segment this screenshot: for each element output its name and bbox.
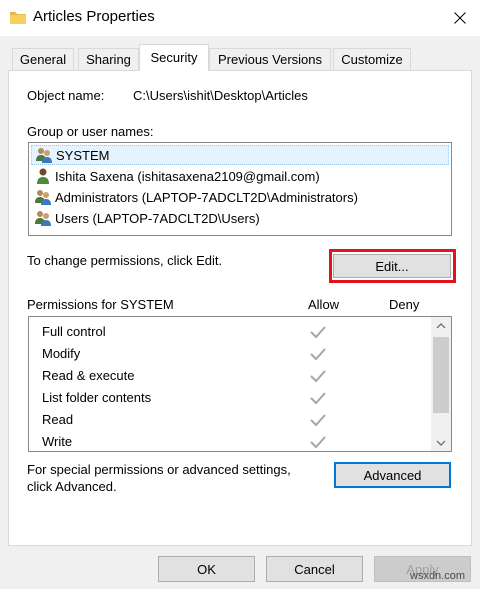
permission-row-modify: Modify (29, 343, 433, 365)
watermark: wsxdn.com (410, 570, 466, 582)
group-user-names-label: Group or user names: (27, 124, 154, 139)
permission-name: List folder contents (42, 390, 152, 405)
permission-row-list-folder-contents: List folder contents (29, 387, 433, 409)
permissions-scrollbar[interactable] (431, 317, 451, 451)
list-item-ishita-saxena[interactable]: Ishita Saxena (ishitasaxena2109@gmail.co… (31, 166, 449, 186)
user-label: Administrators (LAPTOP-7ADCLT2D\Administ… (55, 189, 358, 205)
allow-checkmark-icon (310, 414, 326, 427)
chevron-up-icon (436, 322, 446, 328)
scroll-down-button[interactable] (431, 434, 451, 451)
special-permissions-text-line1: For special permissions or advanced sett… (27, 462, 291, 477)
deny-column-header: Deny (389, 297, 420, 312)
cancel-button[interactable]: Cancel (266, 556, 363, 582)
object-name-value: C:\Users\ishit\Desktop\Articles (133, 88, 308, 103)
allow-column-header: Allow (308, 297, 340, 312)
ok-button[interactable]: OK (158, 556, 255, 582)
permission-name: Modify (42, 346, 81, 361)
user-label: SYSTEM (56, 147, 110, 163)
group-users-icon (35, 211, 51, 226)
allow-checkmark-icon (310, 392, 326, 405)
tab-sharing[interactable]: Sharing (78, 48, 139, 70)
advanced-button[interactable]: Advanced (334, 462, 451, 488)
group-user-list[interactable]: SYSTEM Ishita Saxena (ishitasaxena2109@g… (28, 142, 452, 236)
permissions-label: Permissions for SYSTEM (27, 297, 174, 312)
edit-highlight-box (329, 249, 456, 283)
tab-previous-versions[interactable]: Previous Versions (209, 48, 331, 70)
allow-checkmark-icon (310, 370, 326, 383)
object-name-label: Object name: (27, 88, 105, 103)
permission-row-full-control: Full control (29, 321, 433, 343)
special-permissions-text-line2: click Advanced. (27, 479, 117, 494)
window-title: Articles Properties (33, 8, 155, 25)
permission-name: Read (42, 412, 74, 427)
chevron-down-icon (436, 440, 446, 446)
user-icon (37, 168, 49, 184)
allow-checkmark-icon (310, 326, 326, 339)
close-icon (454, 12, 466, 24)
user-label: Users (LAPTOP-7ADCLT2D\Users) (55, 210, 260, 226)
scroll-thumb[interactable] (433, 337, 449, 413)
list-item-users[interactable]: Users (LAPTOP-7ADCLT2D\Users) (31, 208, 449, 228)
permission-name: Write (42, 434, 73, 449)
permission-row-read: Read (29, 409, 433, 431)
permission-name: Read & execute (42, 368, 135, 383)
permission-row-read-execute: Read & execute (29, 365, 433, 387)
permissions-list: Full control Modify Read & execute List … (28, 316, 452, 452)
close-button[interactable] (440, 0, 480, 36)
permission-name: Full control (42, 324, 106, 339)
allow-checkmark-icon (310, 436, 326, 449)
change-permissions-text: To change permissions, click Edit. (27, 253, 223, 268)
group-users-icon (35, 190, 51, 205)
group-users-icon (36, 148, 52, 163)
tab-security[interactable]: Security (139, 44, 209, 71)
permission-row-write: Write (29, 431, 433, 453)
list-item-administrators[interactable]: Administrators (LAPTOP-7ADCLT2D\Administ… (31, 187, 449, 207)
list-item-system[interactable]: SYSTEM (31, 145, 449, 165)
folder-icon (10, 12, 26, 24)
allow-checkmark-icon (310, 348, 326, 361)
scroll-up-button[interactable] (431, 317, 451, 334)
user-label: Ishita Saxena (ishitasaxena2109@gmail.co… (55, 168, 320, 184)
tab-customize[interactable]: Customize (333, 48, 411, 70)
tab-general[interactable]: General (12, 48, 74, 70)
